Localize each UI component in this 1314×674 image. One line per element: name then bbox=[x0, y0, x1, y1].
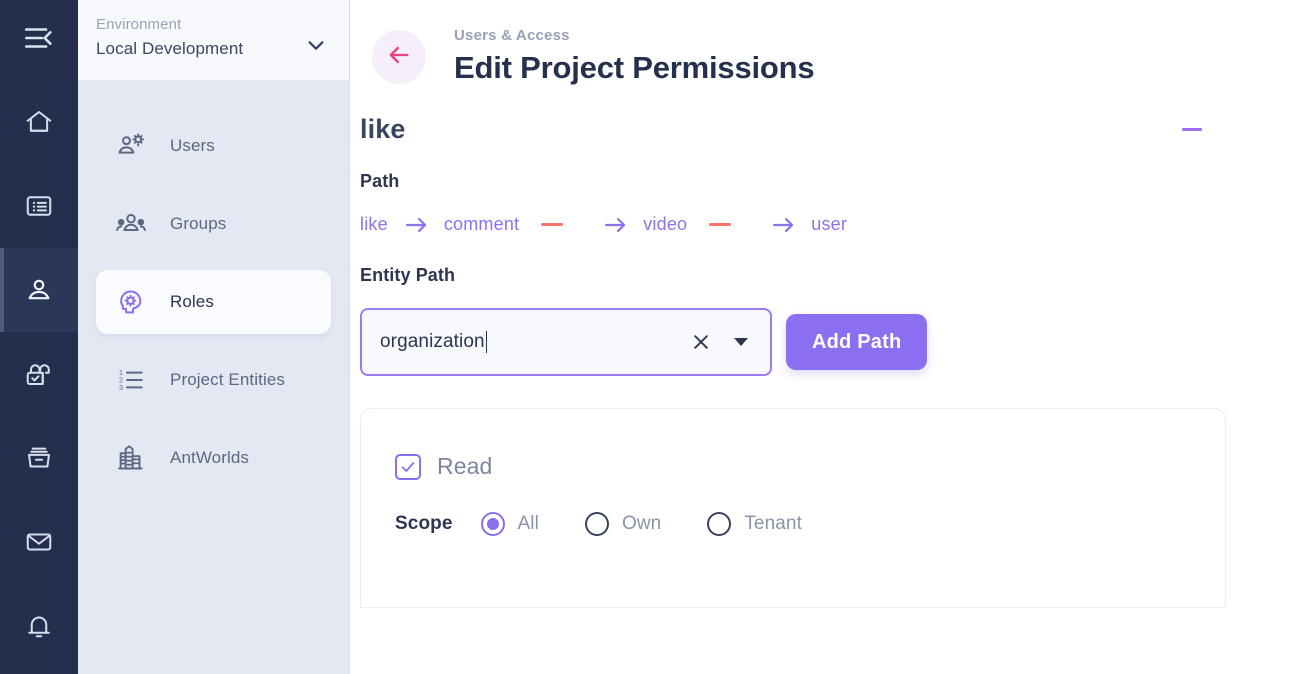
caret-down-icon[interactable] bbox=[728, 329, 754, 355]
person-icon bbox=[24, 275, 54, 305]
scope-option-all[interactable]: All bbox=[480, 512, 539, 536]
permission-read-row: Read bbox=[395, 453, 1225, 480]
scope-option-label: All bbox=[517, 513, 539, 534]
sidebar-item-antworlds[interactable]: AntWorlds bbox=[96, 426, 331, 490]
environment-label: Environment bbox=[96, 16, 182, 33]
scope-option-own[interactable]: Own bbox=[584, 512, 662, 536]
nav-item-list: Users Groups Roles 1 2 3 Project Entitie… bbox=[78, 80, 349, 504]
sidebar-item-label: Groups bbox=[170, 214, 227, 233]
collapse-section-button[interactable] bbox=[1180, 118, 1204, 142]
entity-path-label: Entity Path bbox=[360, 265, 456, 285]
path-block: Path like comment video user bbox=[350, 171, 1314, 235]
sidebar-item-label: AntWorlds bbox=[170, 448, 250, 467]
rail-item-users-access[interactable] bbox=[0, 248, 78, 332]
list-card-icon bbox=[24, 191, 54, 221]
environment-selector[interactable]: Environment Local Development bbox=[78, 0, 349, 80]
back-button[interactable] bbox=[372, 30, 426, 84]
header-texts: Users & Access Edit Project Permissions bbox=[454, 26, 815, 88]
sidebar-item-label: Project Entities bbox=[170, 370, 285, 389]
head-gear-icon bbox=[114, 286, 148, 318]
archive-box-icon bbox=[24, 443, 54, 473]
minus-icon bbox=[1182, 128, 1202, 131]
sidebar-item-users[interactable]: Users bbox=[96, 114, 331, 178]
scope-option-tenant[interactable]: Tenant bbox=[707, 512, 802, 536]
radio-dot bbox=[486, 518, 499, 530]
chevron-down-icon[interactable] bbox=[305, 12, 327, 61]
main-content: Users & Access Edit Project Permissions … bbox=[350, 0, 1314, 674]
page-header: Users & Access Edit Project Permissions bbox=[350, 0, 1314, 88]
sidebar-item-label: Roles bbox=[170, 292, 214, 311]
rail-item-notifications[interactable] bbox=[0, 584, 78, 668]
arrow-left-icon bbox=[385, 41, 413, 74]
scope-row: Scope All Own Tenant bbox=[395, 512, 1225, 536]
rail-item-catalog[interactable] bbox=[0, 164, 78, 248]
icon-rail bbox=[0, 0, 78, 674]
arrow-right-icon bbox=[388, 215, 444, 235]
sidebar-item-groups[interactable]: Groups bbox=[96, 192, 331, 256]
sidebar-item-roles[interactable]: Roles bbox=[96, 270, 331, 334]
radio-own[interactable] bbox=[584, 512, 609, 536]
path-label: Path bbox=[360, 171, 400, 191]
home-icon bbox=[24, 107, 54, 137]
read-permission-checkbox[interactable] bbox=[395, 453, 421, 480]
permission-card: Read Scope All Own Tenant bbox=[360, 408, 1226, 608]
path-node-comment[interactable]: comment bbox=[444, 214, 519, 235]
scope-label: Scope bbox=[395, 513, 453, 534]
radio-tenant[interactable] bbox=[707, 512, 732, 536]
path-node-video[interactable]: video bbox=[643, 214, 687, 235]
lock-check-icon bbox=[24, 359, 54, 389]
arrow-right-icon bbox=[755, 215, 811, 235]
entity-path-block: Entity Path organization Add Path bbox=[350, 265, 1314, 376]
add-path-button[interactable]: Add Path bbox=[786, 314, 928, 370]
section-title: like bbox=[360, 114, 406, 144]
entity-path-controls: organization Add Path bbox=[350, 308, 1314, 376]
path-node-user[interactable]: user bbox=[811, 214, 847, 235]
side-nav: Environment Local Development Users Grou… bbox=[78, 0, 350, 674]
entity-path-combobox[interactable]: organization bbox=[360, 308, 772, 376]
entity-path-input[interactable]: organization bbox=[380, 331, 688, 353]
entity-path-breadcrumb: like comment video user bbox=[350, 214, 1314, 235]
scope-option-label: Own bbox=[621, 513, 662, 534]
entity-path-value: organization bbox=[380, 331, 485, 352]
numbered-list-icon: 1 2 3 bbox=[114, 364, 148, 396]
sidebar-item-label: Users bbox=[170, 136, 215, 155]
text-caret bbox=[485, 331, 487, 353]
bell-icon bbox=[24, 611, 54, 641]
path-remove-comment-button[interactable] bbox=[541, 223, 564, 226]
building-icon bbox=[114, 442, 148, 474]
permission-section-header: like bbox=[350, 88, 1314, 145]
path-node-like[interactable]: like bbox=[360, 214, 388, 235]
users-group-icon bbox=[114, 208, 148, 240]
environment-value: Local Development bbox=[96, 39, 244, 58]
envelope-icon bbox=[24, 527, 54, 557]
breadcrumb: Users & Access bbox=[454, 27, 570, 44]
close-icon[interactable] bbox=[688, 329, 714, 355]
menu-toggle-button[interactable] bbox=[0, 0, 78, 80]
sidebar-item-project-entities[interactable]: 1 2 3 Project Entities bbox=[96, 348, 331, 412]
page-title: Edit Project Permissions bbox=[454, 50, 815, 85]
scope-option-label: Tenant bbox=[744, 513, 802, 534]
rail-item-storage[interactable] bbox=[0, 416, 78, 500]
rail-item-list bbox=[0, 80, 78, 674]
arrow-right-icon bbox=[587, 215, 643, 235]
rail-item-security[interactable] bbox=[0, 332, 78, 416]
rail-item-messages[interactable] bbox=[0, 500, 78, 584]
rail-item-home[interactable] bbox=[0, 80, 78, 164]
svg-text:3: 3 bbox=[119, 383, 123, 392]
radio-all[interactable] bbox=[480, 512, 505, 536]
app-root: Environment Local Development Users Grou… bbox=[0, 0, 1314, 674]
permission-name: Read bbox=[437, 453, 493, 479]
environment-texts: Environment Local Development bbox=[96, 12, 243, 61]
path-remove-video-button[interactable] bbox=[709, 223, 732, 226]
collapse-menu-icon bbox=[22, 21, 56, 60]
user-gear-icon bbox=[114, 130, 148, 162]
